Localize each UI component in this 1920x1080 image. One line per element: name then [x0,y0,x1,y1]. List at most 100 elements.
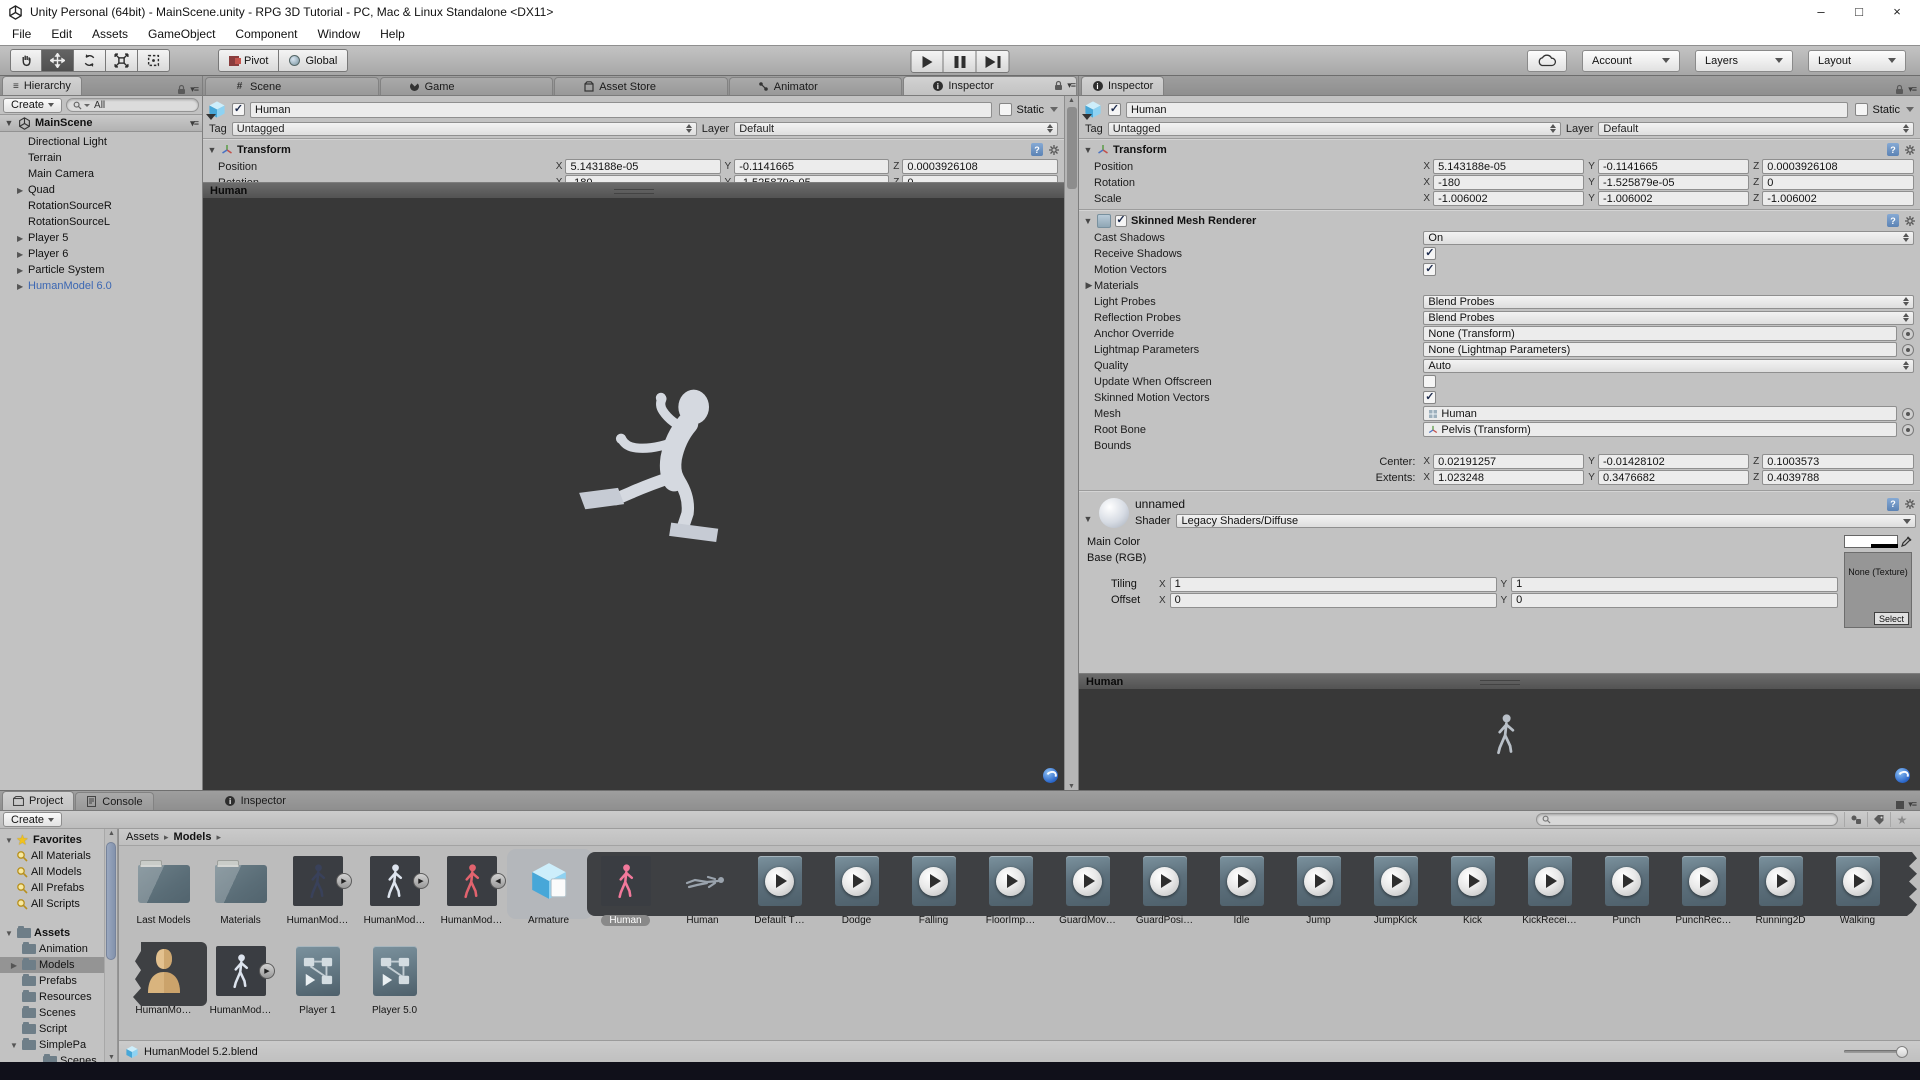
tab-animator[interactable]: Animator [729,77,903,95]
favorites-root[interactable]: Favorites [0,832,104,848]
step-button[interactable] [977,50,1010,73]
asset-item[interactable]: KickRecei… [1511,851,1588,935]
hierarchy-item[interactable]: Directional Light [0,134,202,150]
maximize-button[interactable]: □ [1840,0,1878,24]
minimize-button[interactable]: – [1802,0,1840,24]
menu-item[interactable]: Help [370,24,415,45]
object-name-field[interactable]: Human [250,102,992,118]
asset-item[interactable]: Running2D [1742,851,1819,935]
bounds-extents-z-field[interactable]: 0.4039788 [1762,470,1914,485]
hierarchy-item[interactable]: ▶ Quad [0,182,202,198]
foldout-icon[interactable]: ▶ [17,266,28,275]
asset-item[interactable]: Armature [510,851,587,935]
rotation-z-field[interactable]: 0 [902,175,1058,182]
help-icon[interactable] [1887,498,1899,511]
tab-inspector[interactable]: Inspector [903,76,1077,95]
create-button[interactable]: Create [3,812,62,827]
folder-item[interactable]: ▼ SimplePa [0,1037,104,1053]
global-button[interactable]: Global [279,49,348,72]
help-icon[interactable] [1887,214,1899,227]
object-picker-icon[interactable] [1902,424,1914,436]
cast-shadows-dropdown[interactable]: On [1423,231,1914,245]
foldout-icon[interactable] [4,118,14,128]
asset-item[interactable]: Human [587,851,664,935]
preview-header[interactable]: Human [1079,673,1920,689]
layers-dropdown[interactable]: Layers [1695,50,1793,72]
asset-item[interactable]: HumanMod… [356,851,433,935]
rotation-z-field[interactable]: 0 [1762,175,1914,190]
foldout-icon[interactable]: ▶ [17,250,28,259]
menu-item[interactable]: Assets [82,24,138,45]
panel-menu-icon[interactable] [1908,84,1916,95]
scene-menu-icon[interactable] [190,118,198,129]
preview-header[interactable]: Human [203,182,1064,198]
static-checkbox[interactable] [999,103,1012,116]
hierarchy-item[interactable]: RotationSourceL [0,214,202,230]
asset-item[interactable]: Last Models [125,851,202,935]
position-y-field[interactable]: -0.1141665 [734,159,889,174]
asset-item[interactable]: Player 1 [279,941,356,1025]
foldout-icon[interactable]: ▶ [9,961,19,970]
folder-item[interactable]: ▶ Models [0,957,104,973]
foldout-icon[interactable] [1083,216,1093,226]
folder-item[interactable]: Scenes [0,1053,104,1062]
object-picker-icon[interactable] [1902,344,1914,356]
close-button[interactable]: × [1878,0,1916,24]
play-button[interactable] [911,50,944,73]
position-z-field[interactable]: 0.0003926108 [1762,159,1914,174]
account-dropdown[interactable]: Account [1582,50,1680,72]
dock-icon[interactable] [1896,801,1904,809]
menu-item[interactable]: File [2,24,41,45]
foldout-icon[interactable]: ▶ [17,186,28,195]
foldout-icon[interactable] [1084,280,1094,291]
foldout-icon[interactable]: ▼ [9,1041,19,1050]
asset-item[interactable]: JumpKick [1357,851,1434,935]
pivot-button[interactable]: Pivot [218,49,279,72]
scrollbar-thumb[interactable] [106,842,116,960]
hierarchy-item[interactable]: Main Camera [0,166,202,182]
expand-toggle-icon[interactable] [413,873,429,889]
scale-y-field[interactable]: -1.006002 [1598,191,1749,206]
skinned-motion-vectors-checkbox[interactable] [1423,391,1436,404]
shader-dropdown[interactable]: Legacy Shaders/Diffuse [1176,514,1916,528]
tab-project[interactable]: Project [2,791,74,810]
offset-y-field[interactable]: 0 [1511,593,1838,608]
thumbnail-size-slider[interactable] [1844,1046,1908,1058]
layer-dropdown[interactable]: Default [734,122,1058,136]
hierarchy-item[interactable]: Terrain [0,150,202,166]
object-name-field[interactable]: Human [1126,102,1848,118]
bounds-extents-x-field[interactable]: 1.023248 [1433,470,1584,485]
reflection-probes-dropdown[interactable]: Blend Probes [1423,311,1914,325]
expand-toggle-icon[interactable] [259,963,275,979]
hierarchy-search-input[interactable]: All [66,98,199,112]
tag-dropdown[interactable]: Untagged [1108,122,1561,136]
help-icon[interactable] [1887,143,1899,156]
layer-dropdown[interactable]: Default [1598,122,1914,136]
eyedropper-icon[interactable] [1901,536,1912,547]
rotation-x-field[interactable]: -180 [1433,175,1584,190]
asset-item[interactable]: HumanMo… [125,941,202,1025]
tiling-x-field[interactable]: 1 [1170,577,1497,592]
preview-orb-icon[interactable] [1895,768,1910,783]
asset-item[interactable]: GuardMov… [1049,851,1126,935]
folder-item[interactable]: Resources [0,989,104,1005]
preview-orb-icon[interactable] [1043,768,1058,783]
position-z-field[interactable]: 0.0003926108 [902,159,1058,174]
asset-item[interactable]: PunchRec… [1665,851,1742,935]
update-when-offscreen-checkbox[interactable] [1423,375,1436,388]
hierarchy-item[interactable]: ▶ Player 6 [0,246,202,262]
scale-x-field[interactable]: -1.006002 [1433,191,1584,206]
asset-item[interactable]: Materials [202,851,279,935]
asset-item[interactable]: GuardPosi… [1126,851,1203,935]
search-filter-icon[interactable] [84,104,90,107]
search-by-label-button[interactable] [1867,812,1890,827]
model-preview[interactable] [203,198,1064,790]
create-button[interactable]: Create [3,98,62,113]
static-dropdown-icon[interactable] [1906,107,1914,112]
project-search-input[interactable] [1536,813,1838,826]
lock-icon[interactable] [1895,84,1904,95]
active-checkbox[interactable] [232,103,245,116]
rotation-y-field[interactable]: -1.525879e-05 [1598,175,1749,190]
component-enabled-checkbox[interactable] [1115,215,1127,227]
tab-console[interactable]: Console [75,792,153,810]
